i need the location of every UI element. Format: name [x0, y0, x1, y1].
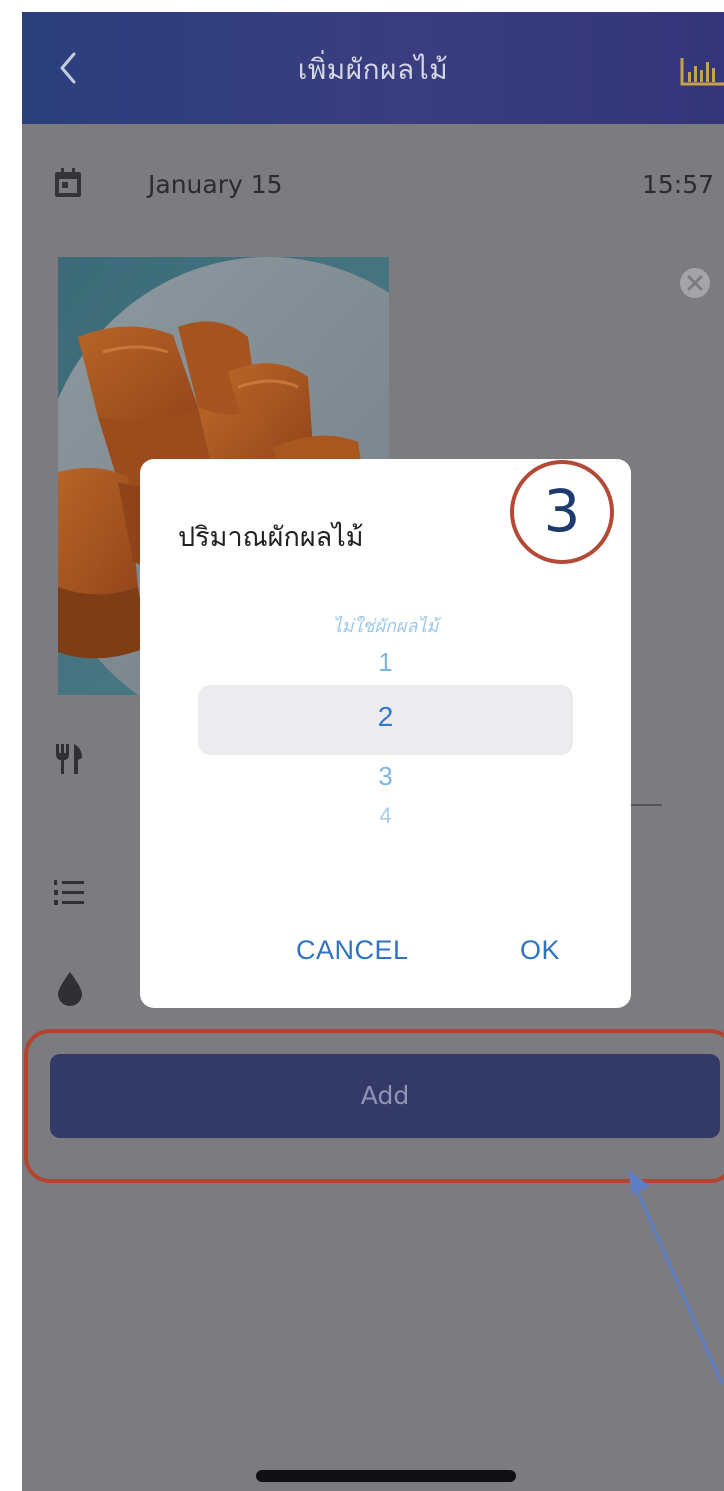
- calendar-icon: [55, 168, 81, 197]
- page-title: เพิ่มผักผลไม้: [297, 53, 449, 86]
- picker-option[interactable]: 4: [140, 803, 631, 827]
- step-number-badge: 3: [510, 460, 614, 564]
- picker-option-selected[interactable]: 2: [140, 701, 631, 733]
- annotation-arrow-icon: [628, 1170, 724, 1385]
- numbered-list-icon: [54, 880, 84, 905]
- water-drop-icon: [58, 972, 82, 1006]
- entry-date: January 15: [148, 170, 283, 199]
- remove-photo-button[interactable]: [678, 266, 712, 300]
- picker-option[interactable]: 3: [140, 761, 631, 792]
- app-screen: เพิ่มผักผลไม้ January 15 15:57 Add ปริมา…: [22, 12, 724, 1491]
- entry-time: 15:57: [642, 170, 715, 199]
- cancel-button[interactable]: CANCEL: [296, 935, 409, 966]
- picker-option[interactable]: ไม่ใช่ผักผลไม้: [140, 611, 631, 640]
- add-button[interactable]: Add: [50, 1054, 720, 1138]
- ok-button[interactable]: OK: [520, 935, 560, 966]
- close-circle-icon: [680, 268, 710, 298]
- home-indicator: [256, 1470, 516, 1482]
- dialog-title: ปริมาณผักผลไม้: [178, 522, 364, 553]
- bar-chart-icon: [680, 58, 724, 86]
- stats-button[interactable]: [678, 52, 724, 92]
- quantity-picker-dialog: ปริมาณผักผลไม้ 3 ไม่ใช่ผักผลไม้ 1 2 3 4 …: [140, 459, 631, 1008]
- picker-option[interactable]: 1: [140, 647, 631, 678]
- date-time-row[interactable]: January 15 15:57: [22, 162, 724, 212]
- navigation-bar: เพิ่มผักผลไม้: [22, 12, 724, 124]
- fork-knife-icon: [56, 744, 82, 774]
- quantity-picker[interactable]: ไม่ใช่ผักผลไม้ 1 2 3 4: [140, 599, 631, 849]
